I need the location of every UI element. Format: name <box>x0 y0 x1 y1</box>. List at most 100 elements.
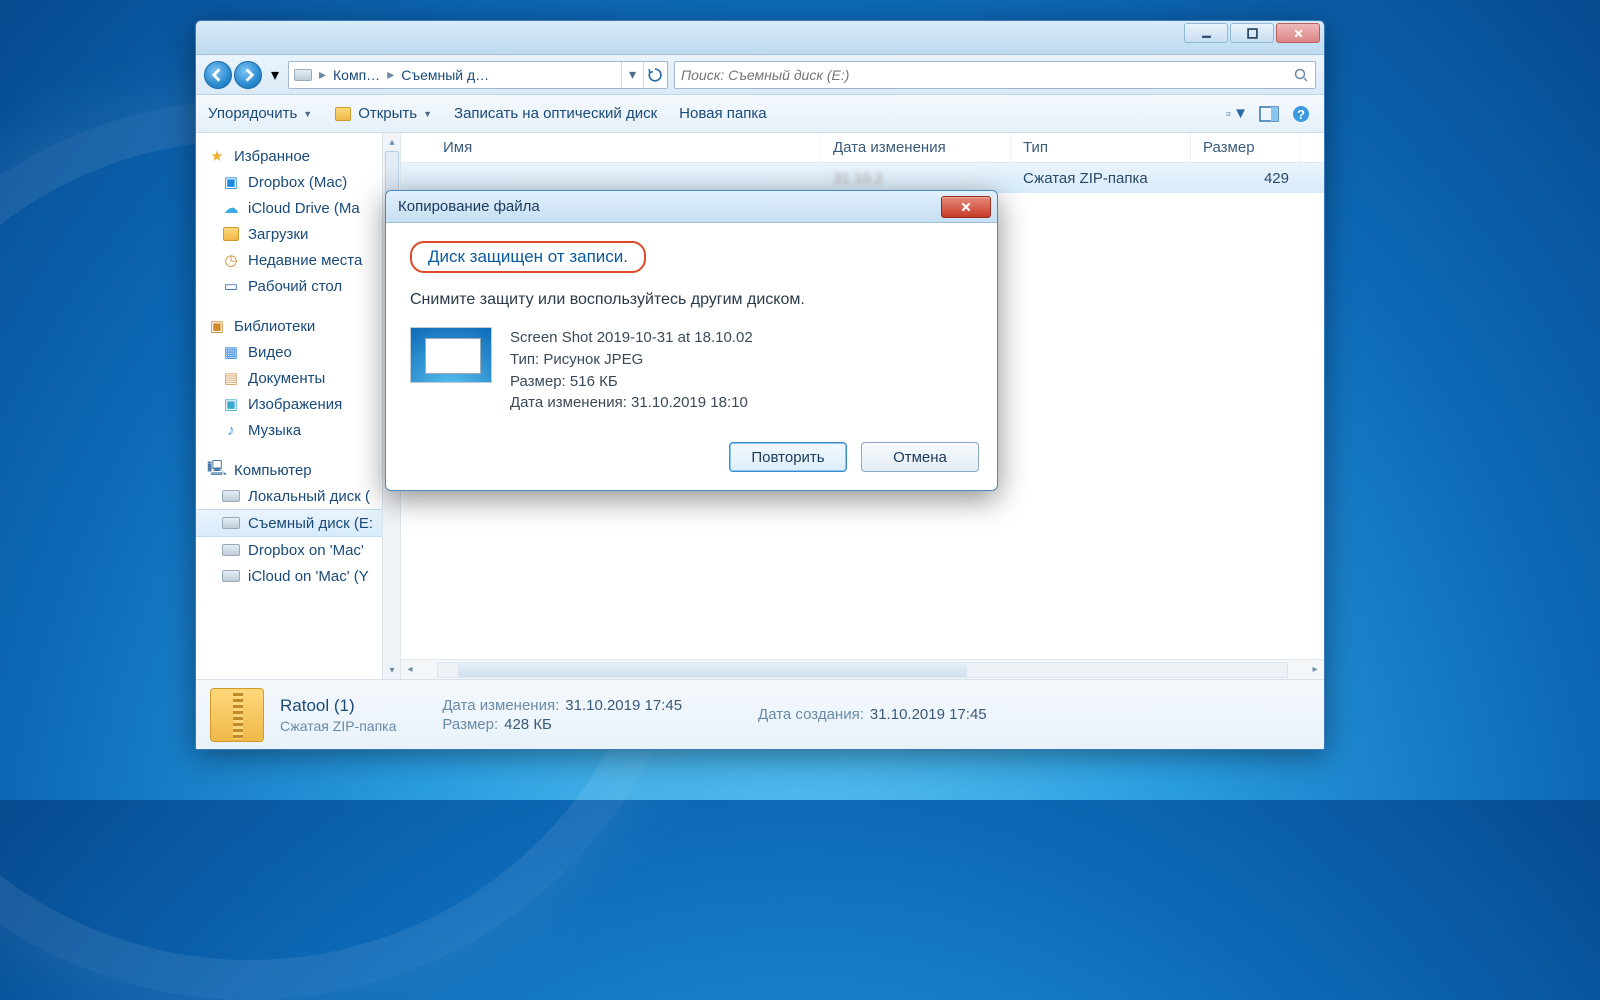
search-icon <box>1293 67 1309 86</box>
minimize-button[interactable] <box>1184 23 1228 43</box>
sidebar-favorites-head[interactable]: ★Избранное <box>196 143 400 169</box>
details-title: Ratool (1) <box>280 696 396 716</box>
star-icon: ★ <box>208 147 226 165</box>
organize-button[interactable]: Упорядочить▼ <box>208 105 312 122</box>
sidebar-item-recent[interactable]: ◷Недавние места <box>196 247 400 273</box>
desktop-icon: ▭ <box>222 277 240 295</box>
details-pane: Ratool (1) Сжатая ZIP-папка Дата изменен… <box>196 679 1324 749</box>
details-created-value: 31.10.2019 17:45 <box>870 706 987 723</box>
sidebar-item-documents[interactable]: ▤Документы <box>196 365 400 391</box>
zip-folder-icon <box>210 688 264 742</box>
dialog-file-type: Тип: Рисунок JPEG <box>510 349 753 371</box>
copy-error-dialog: Копирование файла Диск защищен от записи… <box>385 190 998 491</box>
nav-back-button[interactable] <box>204 61 232 89</box>
scroll-thumb[interactable] <box>458 663 967 677</box>
sidebar-item-icloud[interactable]: ☁iCloud Drive (Ma <box>196 195 400 221</box>
drive-icon <box>222 487 240 505</box>
command-bar: Упорядочить▼ Открыть▼ Записать на оптиче… <box>196 95 1324 133</box>
address-refresh-button[interactable] <box>643 62 665 88</box>
dialog-subtitle: Снимите защиту или воспользуйтесь другим… <box>410 291 973 309</box>
navigation-pane: ★Избранное ▣Dropbox (Mac) ☁iCloud Drive … <box>196 133 401 679</box>
folder-icon <box>334 105 352 123</box>
column-headers: Имя Дата изменения Тип Размер <box>401 133 1324 163</box>
cancel-button[interactable]: Отмена <box>861 442 979 472</box>
nav-forward-button[interactable] <box>234 61 262 89</box>
breadcrumb-sep: ▸ <box>317 66 328 83</box>
dialog-file-modified: Дата изменения: 31.10.2019 18:10 <box>510 392 753 414</box>
dropbox-icon: ▣ <box>222 173 240 191</box>
search-input[interactable] <box>681 67 1309 83</box>
svg-text:?: ? <box>1297 107 1305 122</box>
dialog-title: Копирование файла <box>398 198 540 215</box>
drive-icon <box>293 67 313 83</box>
file-thumbnail <box>410 327 492 383</box>
icloud-icon: ☁ <box>222 199 240 217</box>
sidebar-item-music[interactable]: ♪Музыка <box>196 417 400 443</box>
dialog-titlebar[interactable]: Копирование файла <box>386 191 997 223</box>
search-field[interactable] <box>674 61 1316 89</box>
scroll-down-icon[interactable]: ▾ <box>383 661 401 679</box>
pictures-icon: ▣ <box>222 395 240 413</box>
sidebar-item-removable-disk[interactable]: Съемный диск (E: <box>196 509 400 537</box>
sidebar-item-dropbox[interactable]: ▣Dropbox (Mac) <box>196 169 400 195</box>
document-icon: ▤ <box>222 369 240 387</box>
window-titlebar[interactable] <box>196 21 1324 55</box>
file-type: Сжатая ZIP-папка <box>1011 170 1191 187</box>
details-size-value: 428 КБ <box>504 716 552 733</box>
sidebar-item-downloads[interactable]: Загрузки <box>196 221 400 247</box>
file-row[interactable]: 31.10.2 Сжатая ZIP-папка 429 <box>401 163 1324 193</box>
network-drive-icon <box>222 567 240 585</box>
open-button[interactable]: Открыть▼ <box>334 105 432 123</box>
sidebar-item-pictures[interactable]: ▣Изображения <box>196 391 400 417</box>
details-subtitle: Сжатая ZIP-папка <box>280 718 396 734</box>
music-icon: ♪ <box>222 421 240 439</box>
new-folder-button[interactable]: Новая папка <box>679 105 766 122</box>
breadcrumb-computer[interactable]: Комп… <box>328 66 385 84</box>
details-modified-label: Дата изменения: <box>442 697 559 714</box>
details-modified-value: 31.10.2019 17:45 <box>565 697 682 714</box>
dialog-file-size: Размер: 516 КБ <box>510 371 753 393</box>
breadcrumb-sep: ▸ <box>385 66 396 83</box>
dialog-file-name: Screen Shot 2019-10-31 at 18.10.02 <box>510 327 753 349</box>
preview-pane-button[interactable] <box>1258 103 1280 125</box>
network-drive-icon <box>222 541 240 559</box>
burn-button[interactable]: Записать на оптический диск <box>454 105 657 122</box>
dialog-headline: Диск защищен от записи. <box>410 241 646 273</box>
drive-icon <box>222 514 240 532</box>
details-created-label: Дата создания: <box>758 706 864 723</box>
details-size-label: Размер: <box>442 716 498 733</box>
col-size[interactable]: Размер <box>1191 133 1301 162</box>
view-options-button[interactable]: ▼ <box>1226 103 1248 125</box>
recent-icon: ◷ <box>222 251 240 269</box>
scroll-right-icon[interactable]: ▸ <box>1306 664 1324 675</box>
file-date-obscured: 31.10.2 <box>821 170 1011 187</box>
libraries-icon: ▣ <box>208 317 226 335</box>
dialog-close-button[interactable] <box>941 196 991 218</box>
horizontal-scrollbar[interactable]: ◂ ▸ <box>401 659 1324 679</box>
computer-icon: 🖳 <box>208 461 226 479</box>
help-button[interactable]: ? <box>1290 103 1312 125</box>
nav-bar: ▾ ▸ Комп… ▸ Съемный д… ▾ <box>196 55 1324 95</box>
sidebar-libraries-head[interactable]: ▣Библиотеки <box>196 313 400 339</box>
sidebar-computer-head[interactable]: 🖳Компьютер <box>196 457 400 483</box>
address-dropdown-button[interactable]: ▾ <box>621 62 643 88</box>
sidebar-item-videos[interactable]: ▦Видео <box>196 339 400 365</box>
address-bar[interactable]: ▸ Комп… ▸ Съемный д… ▾ <box>288 61 668 89</box>
sidebar-item-dropbox-net[interactable]: Dropbox on 'Mac' <box>196 537 400 563</box>
sidebar-item-local-disk[interactable]: Локальный диск ( <box>196 483 400 509</box>
scroll-up-icon[interactable]: ▴ <box>383 133 401 151</box>
video-icon: ▦ <box>222 343 240 361</box>
col-type[interactable]: Тип <box>1011 133 1191 162</box>
col-name[interactable]: Имя <box>431 133 821 162</box>
maximize-button[interactable] <box>1230 23 1274 43</box>
nav-history-dropdown[interactable]: ▾ <box>268 65 282 85</box>
folder-icon <box>222 225 240 243</box>
scroll-left-icon[interactable]: ◂ <box>401 664 419 675</box>
close-button[interactable] <box>1276 23 1320 43</box>
sidebar-item-icloud-net[interactable]: iCloud on 'Mac' (Y <box>196 563 400 589</box>
sidebar-item-desktop[interactable]: ▭Рабочий стол <box>196 273 400 299</box>
file-size: 429 <box>1191 170 1301 187</box>
breadcrumb-drive[interactable]: Съемный д… <box>396 66 494 84</box>
col-modified[interactable]: Дата изменения <box>821 133 1011 162</box>
retry-button[interactable]: Повторить <box>729 442 847 472</box>
